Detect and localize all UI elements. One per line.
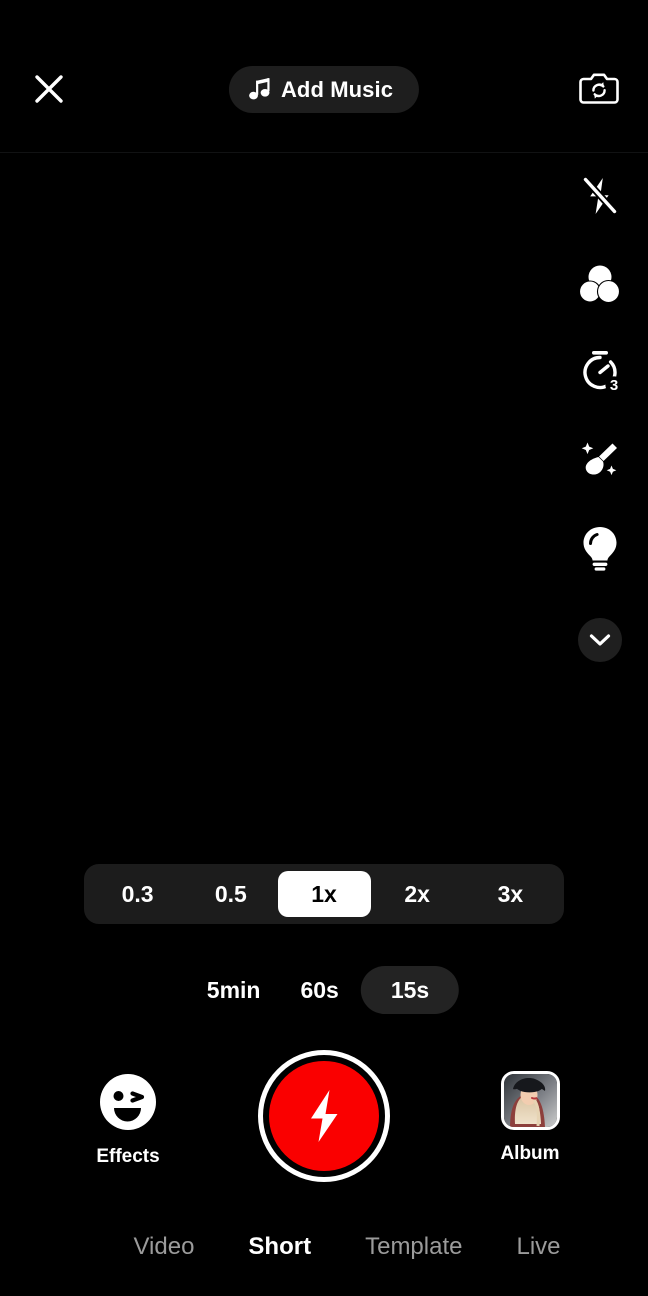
camera-flip-icon xyxy=(579,73,619,104)
close-x-icon xyxy=(35,75,63,103)
duration-option-15s[interactable]: 15s xyxy=(360,966,460,1014)
speed-option-0.5[interactable]: 0.5 xyxy=(184,871,277,917)
bottom-controls: 0.3 0.5 1x 2x 3x 5min 60s 15s Effects Al… xyxy=(0,806,648,1296)
timer-badge-value: 3 xyxy=(610,377,618,394)
album-preview-image xyxy=(503,1074,557,1127)
lightning-bolt-icon xyxy=(311,1090,338,1142)
light-button[interactable] xyxy=(562,504,638,592)
camera-capture-screen: Add Music 3 0.3 0.5 1x 2x 3x 5min 60s 15… xyxy=(0,0,648,1296)
album-thumbnail xyxy=(500,1071,560,1130)
flash-off-icon xyxy=(582,176,618,215)
more-tools-circle xyxy=(578,618,622,662)
add-music-label: Add Music xyxy=(280,76,394,102)
add-music-button[interactable]: Add Music xyxy=(228,66,420,113)
makeup-brush-sparkle-icon xyxy=(581,442,617,476)
flip-camera-button[interactable] xyxy=(574,64,624,114)
duration-option-5min[interactable]: 5min xyxy=(189,966,279,1014)
mode-tabs: Video Short Template Live xyxy=(0,1220,648,1274)
record-button[interactable] xyxy=(258,1050,390,1182)
timer-button[interactable]: 3 xyxy=(562,328,638,416)
record-button-inner xyxy=(269,1061,379,1171)
speed-option-1x[interactable]: 1x xyxy=(277,871,371,917)
winking-face-icon xyxy=(100,1074,156,1130)
beautify-button[interactable] xyxy=(562,416,638,504)
light-bulb-icon xyxy=(583,527,617,571)
tab-live[interactable]: Live xyxy=(516,1233,560,1261)
speed-option-0.3[interactable]: 0.3 xyxy=(91,871,184,917)
tab-video[interactable]: Video xyxy=(133,1233,194,1261)
speed-option-3x[interactable]: 3x xyxy=(464,871,557,917)
music-note-icon xyxy=(249,78,270,100)
tab-template[interactable]: Template xyxy=(365,1233,462,1261)
filters-circles-icon xyxy=(578,265,621,304)
filters-button[interactable] xyxy=(562,240,638,328)
duration-selector: 5min 60s 15s xyxy=(189,966,460,1014)
top-bar: Add Music xyxy=(0,0,648,152)
album-button[interactable]: Album xyxy=(460,1071,600,1165)
close-button[interactable] xyxy=(26,66,72,112)
album-label: Album xyxy=(500,1143,560,1164)
effects-label: Effects xyxy=(96,1146,160,1167)
flash-toggle-button[interactable] xyxy=(562,152,638,240)
duration-option-60s[interactable]: 60s xyxy=(282,966,356,1014)
speed-selector: 0.3 0.5 1x 2x 3x xyxy=(84,864,564,924)
speed-option-2x[interactable]: 2x xyxy=(371,871,464,917)
timer-stopwatch-icon: 3 xyxy=(583,351,623,394)
tool-rail: 3 xyxy=(552,152,648,688)
more-tools-button[interactable] xyxy=(562,592,638,688)
camera-preview[interactable] xyxy=(0,152,648,806)
effects-button[interactable]: Effects xyxy=(58,1071,198,1168)
tab-short[interactable]: Short xyxy=(248,1233,311,1261)
chevron-down-icon xyxy=(589,634,611,646)
capture-row: Effects Album xyxy=(0,1050,648,1206)
